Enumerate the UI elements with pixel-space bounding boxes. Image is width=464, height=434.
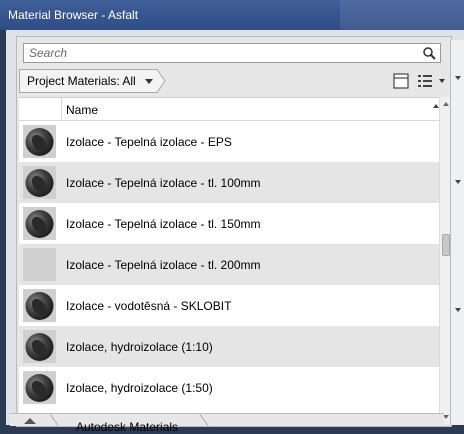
- materials-list[interactable]: Name Izolace - Tepelná izolace - EPS Izo…: [19, 97, 439, 425]
- material-thumbnail-icon: [23, 289, 56, 322]
- panel-view-icon[interactable]: [392, 72, 410, 90]
- list-item[interactable]: Izolace - vodotěsná - SKLOBIT: [19, 285, 439, 326]
- chevron-down-icon[interactable]: [455, 308, 461, 312]
- blank-thumbnail-icon: [23, 248, 56, 281]
- list-item[interactable]: Izolace, hydroizolace (1:50): [19, 367, 439, 408]
- library-toolbar: Autodesk Materials: [10, 413, 444, 434]
- chevron-down-icon[interactable]: [455, 76, 461, 80]
- material-name: Izolace - Tepelná izolace - tl. 150mm: [66, 217, 261, 231]
- breadcrumb-label: Project Materials: All: [27, 74, 136, 88]
- title-bar[interactable]: Material Browser - Asfalt: [0, 0, 464, 30]
- library-filter-dropdown[interactable]: Project Materials: All: [19, 69, 169, 93]
- scrollbar-thumb[interactable]: [442, 234, 450, 256]
- material-name: Izolace - vodotěsná - SKLOBIT: [66, 299, 232, 313]
- material-browser-dialog: Project Materials: All: [6, 30, 464, 427]
- scroll-up-icon[interactable]: [443, 102, 449, 106]
- search-box[interactable]: [23, 43, 441, 63]
- material-thumbnail-icon: [23, 207, 56, 240]
- list-item[interactable]: Izolace - Tepelná izolace - tl. 150mm: [19, 203, 439, 244]
- chevron-down-icon[interactable]: [455, 180, 461, 184]
- background-window: [340, 0, 464, 30]
- list-view-icon[interactable]: [416, 72, 434, 90]
- material-thumbnail-icon: [23, 371, 56, 404]
- material-name: Izolace, hydroizolace (1:10): [66, 340, 213, 354]
- home-icon[interactable]: [24, 418, 36, 424]
- search-input[interactable]: [27, 45, 421, 61]
- material-thumbnail-icon: [23, 330, 56, 363]
- list-item[interactable]: Izolace - Tepelná izolace - tl. 200mm: [19, 244, 439, 285]
- list-item[interactable]: Izolace - Tepelná izolace - tl. 100mm: [19, 162, 439, 203]
- material-thumbnail-icon: [23, 166, 56, 199]
- list-item[interactable]: Izolace, hydroizolace (1:10): [19, 326, 439, 367]
- material-name: Izolace - Tepelná izolace - tl. 100mm: [66, 176, 261, 190]
- chevron-down-icon: [145, 79, 153, 84]
- list-header: Name: [19, 98, 439, 121]
- material-editor-edge: [450, 40, 464, 425]
- material-name: Izolace - Tepelná izolace - tl. 200mm: [66, 258, 261, 272]
- window-title: Material Browser - Asfalt: [8, 8, 139, 22]
- project-materials-panel: Project Materials: All: [16, 36, 452, 427]
- library-breadcrumb-label[interactable]: Autodesk Materials: [76, 420, 178, 434]
- thumbnail-column-header[interactable]: [19, 98, 62, 120]
- material-name: Izolace, hydroizolace (1:50): [66, 381, 213, 395]
- material-thumbnail-icon: [23, 125, 56, 158]
- search-icon[interactable]: [423, 47, 436, 60]
- name-column-header[interactable]: Name: [66, 103, 98, 117]
- view-options-dropdown-icon[interactable]: [439, 79, 445, 83]
- list-item[interactable]: Izolace - Tepelná izolace - EPS: [19, 121, 439, 162]
- material-name: Izolace - Tepelná izolace - EPS: [66, 135, 232, 149]
